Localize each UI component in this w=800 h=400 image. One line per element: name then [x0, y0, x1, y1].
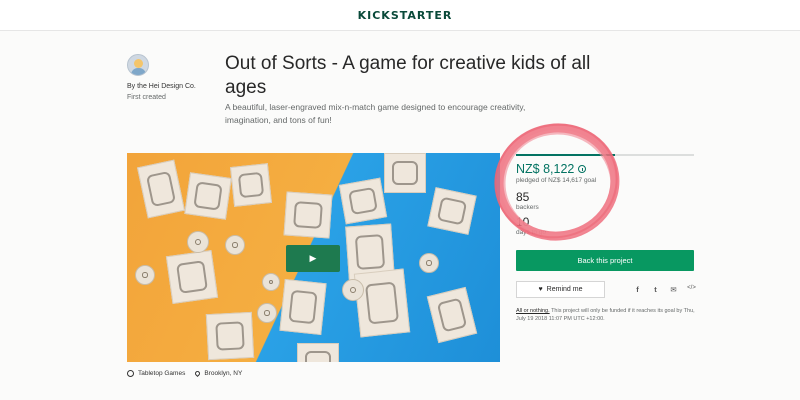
location-link[interactable]: Brooklyn, NY	[194, 369, 243, 378]
game-disc	[257, 303, 277, 323]
creator-avatar[interactable]	[127, 54, 149, 76]
game-disc	[225, 235, 245, 255]
all-or-nothing-link[interactable]: All or nothing.	[516, 308, 550, 314]
game-disc	[419, 253, 439, 273]
game-tile	[427, 187, 477, 235]
game-tile	[297, 343, 339, 362]
share-icons: f t ✉ </>	[633, 285, 696, 294]
pledged-goal: pledged of NZ$ 14,617 goal	[516, 177, 597, 184]
creator-status: First created	[127, 94, 166, 101]
funding-progress-bar	[516, 154, 694, 156]
currency-info-icon[interactable]	[578, 165, 587, 173]
play-icon: ▶	[309, 253, 317, 263]
backers-label: backers	[516, 204, 539, 211]
back-project-button[interactable]: Back this project	[516, 250, 694, 271]
project-meta: Tabletop Games Brooklyn, NY	[127, 369, 243, 378]
game-tile	[353, 268, 411, 338]
game-tile	[283, 191, 333, 239]
funding-fine-print: All or nothing. This project will only b…	[516, 307, 701, 323]
days-to-go-count: 10	[516, 215, 530, 229]
game-tile	[205, 311, 255, 361]
project-title: Out of Sorts - A game for creative kids …	[225, 53, 591, 98]
game-tile	[184, 172, 232, 220]
email-icon[interactable]: ✉	[669, 285, 678, 294]
category-label: Tabletop Games	[138, 370, 186, 377]
game-disc	[187, 231, 209, 253]
top-bar: KICKSTARTER	[0, 0, 800, 31]
remind-me-button[interactable]: ♥ Remind me	[516, 281, 605, 298]
location-label: Brooklyn, NY	[204, 370, 243, 377]
remind-me-label: Remind me	[546, 286, 583, 293]
pledged-amount: NZ$ 8,122	[516, 162, 587, 176]
facebook-icon[interactable]: f	[633, 285, 642, 294]
game-disc	[342, 279, 364, 301]
twitter-icon[interactable]: t	[651, 285, 660, 294]
creator-name[interactable]: By the Hei Design Co.	[127, 83, 196, 90]
kickstarter-logo[interactable]: KICKSTARTER	[358, 9, 453, 22]
project-blurb: A beautiful, laser-engraved mix-n-match …	[225, 102, 526, 125]
game-tile	[338, 177, 388, 225]
compass-icon	[127, 370, 134, 377]
game-disc	[135, 265, 155, 285]
days-to-go-label: days to go	[516, 229, 546, 236]
game-disc	[262, 273, 280, 291]
pledged-amount-value: NZ$ 8,122	[516, 162, 575, 176]
game-tile	[137, 159, 185, 219]
category-link[interactable]: Tabletop Games	[127, 370, 185, 377]
location-pin-icon	[194, 369, 202, 378]
game-tile	[279, 278, 327, 336]
play-button[interactable]: ▶	[286, 245, 340, 272]
funding-progress-fill	[516, 154, 615, 156]
game-tile	[384, 153, 426, 193]
heart-icon: ♥	[538, 286, 543, 293]
backers-count: 85	[516, 190, 530, 204]
game-tile	[165, 250, 219, 304]
game-tile	[426, 286, 478, 344]
embed-icon[interactable]: </>	[687, 285, 696, 294]
game-tile	[230, 163, 272, 207]
